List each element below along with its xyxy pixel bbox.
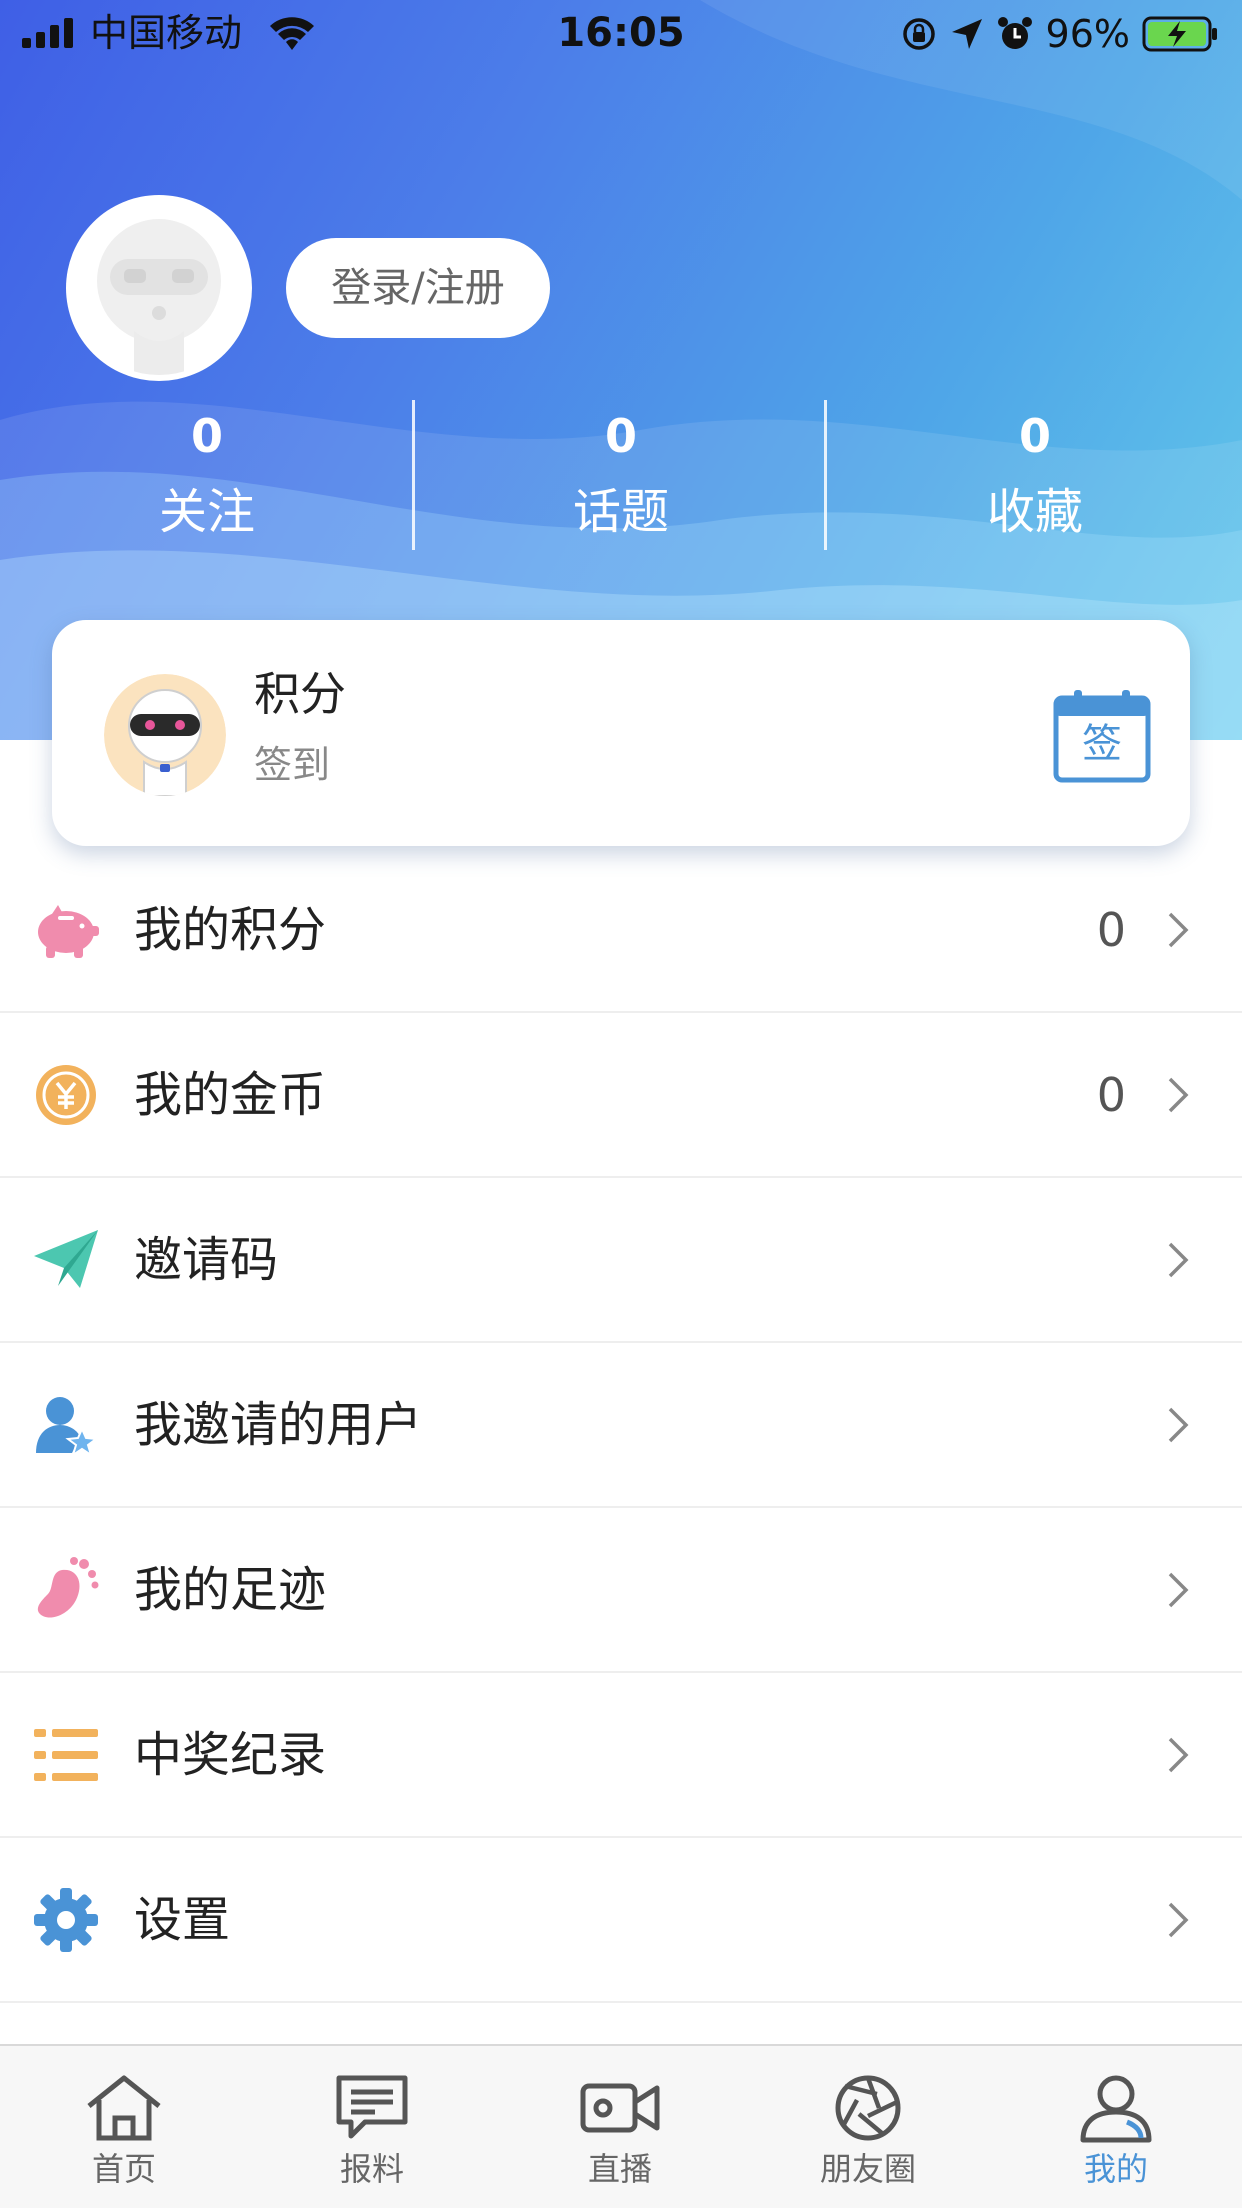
mascot-icon [104,674,226,796]
menu-item-prize-records[interactable]: 中奖纪录 [0,1673,1242,1838]
piggy-bank-icon [38,904,99,958]
menu-item-label: 邀请码 [134,1232,279,1288]
tab-live[interactable]: 直播 [496,2046,744,2208]
stat-label: 关注 [158,484,255,540]
home-icon [87,2075,161,2141]
alarm-icon [997,17,1032,49]
stat-favorites[interactable]: 0 收藏 [828,400,1242,552]
chevron-right-icon [1168,1077,1189,1112]
points-card-subtitle: 签到 [254,743,331,787]
menu-item-label: 中奖纪录 [134,1727,327,1783]
stat-count: 0 [190,409,223,463]
menu-item-invited-users[interactable]: 我邀请的用户 [0,1343,1242,1508]
paper-plane-icon [34,1229,98,1288]
mascot-avatar [104,674,226,796]
menu-item-label: 我的积分 [134,902,327,958]
stat-count: 0 [604,409,637,463]
battery-charging-icon [1142,16,1217,52]
bottom-tab-bar: 首页 报料 直播 朋友圈 我的 [0,2044,1242,2208]
login-register-button[interactable]: 登录/注册 [286,238,550,338]
tab-label: 我的 [1083,2150,1148,2188]
sign-in-calendar-button[interactable]: 签 [1052,688,1152,784]
tab-label: 直播 [587,2150,652,2188]
message-icon [336,2075,408,2139]
user-star-icon [36,1396,99,1457]
default-avatar-icon [72,201,246,375]
menu-item-label: 我的足迹 [134,1562,327,1618]
stat-label: 话题 [572,484,669,540]
menu-item-value: 0 [1096,903,1126,957]
shutter-icon [835,2075,901,2141]
tab-mine[interactable]: 我的 [992,2046,1240,2208]
battery-percentage: 96% [1045,12,1130,56]
chevron-right-icon [1168,1242,1189,1277]
chevron-right-icon [1168,912,1189,947]
avatar[interactable] [66,195,252,381]
chevron-right-icon [1168,1737,1189,1772]
tab-moments[interactable]: 朋友圈 [744,2046,992,2208]
coin-icon [36,1064,96,1125]
stat-count: 0 [1018,409,1051,463]
menu-item-value: 0 [1096,1068,1126,1122]
menu-list: 我的积分 0 我的金币 0 邀请码 我邀请的用户 我的足迹 中奖纪录 设置 [0,848,1242,2003]
gear-icon [34,1887,98,1952]
tab-report[interactable]: 报料 [248,2046,496,2208]
tab-label: 报料 [339,2150,404,2188]
orientation-lock-icon [902,18,935,50]
points-card-title: 积分 [254,667,346,721]
menu-item-label: 我邀请的用户 [134,1397,423,1453]
menu-item-invite-code[interactable]: 邀请码 [0,1178,1242,1343]
stat-divider [824,400,827,550]
menu-item-footprints[interactable]: 我的足迹 [0,1508,1242,1673]
menu-item-my-coins[interactable]: 我的金币 0 [0,1013,1242,1178]
menu-item-my-points[interactable]: 我的积分 0 [0,848,1242,1013]
profile-stats: 0 关注 0 话题 0 收藏 [0,400,1242,550]
status-bar: 中国移动 16:05 96% [0,0,1242,66]
user-icon [1080,2075,1152,2143]
sign-label: 签 [1082,721,1122,767]
list-icon [34,1728,98,1781]
tab-label: 朋友圈 [819,2150,916,2188]
location-arrow-icon [951,19,982,49]
chevron-right-icon [1168,1902,1189,1937]
menu-item-label: 我的金币 [134,1067,327,1123]
video-camera-icon [580,2083,660,2133]
footprint-icon [37,1556,99,1618]
stat-label: 收藏 [986,484,1083,540]
status-right-icons: 96% [900,12,1220,56]
tab-label: 首页 [91,2150,156,2188]
chevron-right-icon [1168,1572,1189,1607]
menu-item-settings[interactable]: 设置 [0,1838,1242,2003]
chevron-right-icon [1168,1407,1189,1442]
tab-home[interactable]: 首页 [0,2046,248,2208]
stat-topics[interactable]: 0 话题 [414,400,828,552]
stat-following[interactable]: 0 关注 [0,400,414,552]
points-card[interactable]: 积分 签到 签 [52,620,1190,846]
menu-item-label: 设置 [134,1892,231,1948]
